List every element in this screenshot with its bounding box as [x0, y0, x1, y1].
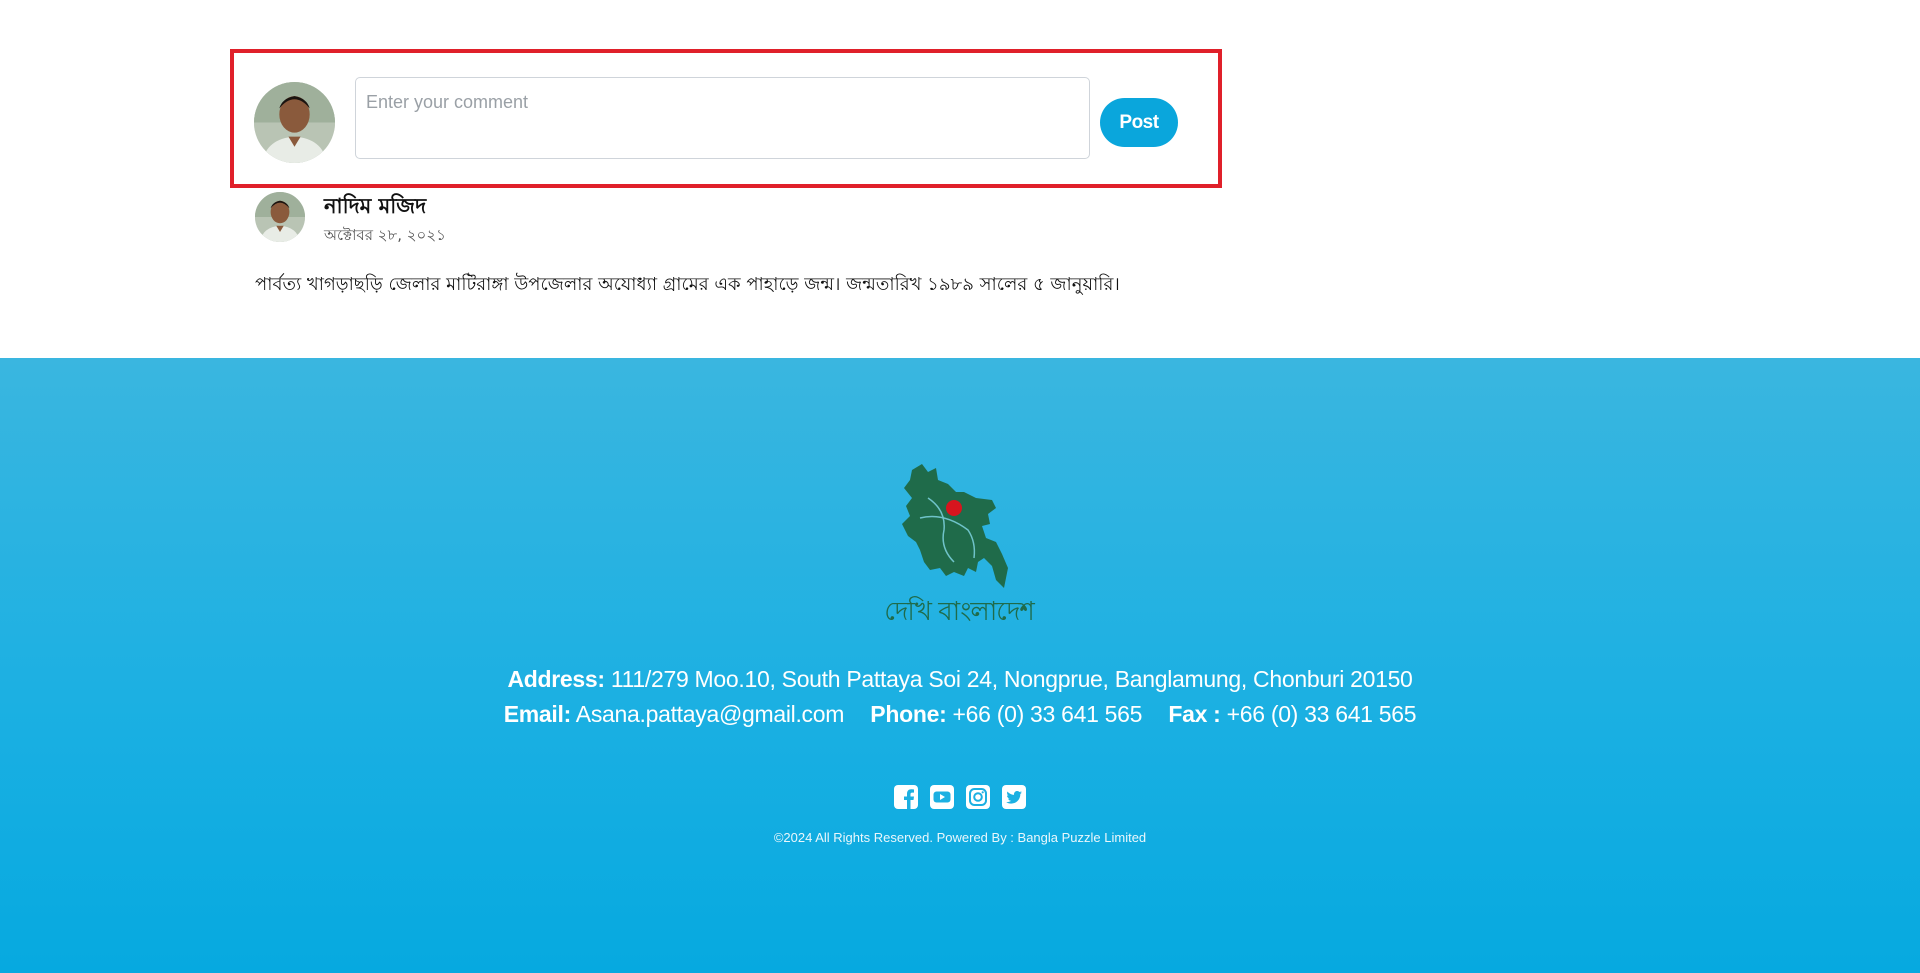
email-label: Email: [503, 701, 572, 727]
comment-form: Post [230, 49, 1222, 188]
phone-value[interactable]: +66 (0) 33 641 565 [953, 701, 1143, 727]
comment-author-name: নাদিম মজিদ [324, 194, 427, 218]
fax-label: Fax : [1168, 701, 1221, 727]
address-line: Address: 111/279 Moo.10, South Pattaya S… [0, 666, 1920, 693]
facebook-icon[interactable] [893, 784, 919, 810]
comment-text: পার্বত্য খাগড়াছড়ি জেলার মাটিরাঙ্গা উপজ… [255, 274, 1120, 295]
avatar-portrait-icon [255, 192, 305, 242]
copyright-text: ©2024 All Rights Reserved. Powered By : … [773, 830, 1147, 845]
phone-label: Phone: [870, 701, 947, 727]
user-avatar [254, 82, 335, 163]
comment-date: অক্টোবর ২৮, ২০২১ [324, 226, 446, 244]
email-link[interactable]: Asana.pattaya@gmail.com [576, 701, 845, 727]
comment-input[interactable] [355, 77, 1090, 159]
footer: দেখি বাংলাদেশ Address: 111/279 Moo.10, S… [0, 358, 1920, 973]
bangladesh-map-icon [902, 464, 1008, 588]
comment-section: Post নাদিম মজিদ অক্টোবর ২৮, ২০২১ পার্বত্… [0, 0, 1920, 358]
instagram-icon[interactable] [965, 784, 991, 810]
logo-text: দেখি বাংলাদেশ [884, 597, 1035, 627]
avatar-portrait-icon [254, 82, 335, 163]
address-value: 111/279 Moo.10, South Pattaya Soi 24, No… [610, 666, 1413, 692]
comment-author-avatar [255, 192, 305, 242]
post-button[interactable]: Post [1100, 98, 1178, 147]
twitter-icon[interactable] [1001, 784, 1027, 810]
fax-value: +66 (0) 33 641 565 [1226, 701, 1417, 727]
social-links [0, 784, 1920, 810]
contact-line: Email: Asana.pattaya@gmail.com Phone: +6… [0, 701, 1920, 728]
youtube-icon[interactable] [929, 784, 955, 810]
address-label: Address: [507, 666, 605, 692]
footer-logo[interactable]: দেখি বাংলাদেশ [884, 458, 1035, 638]
